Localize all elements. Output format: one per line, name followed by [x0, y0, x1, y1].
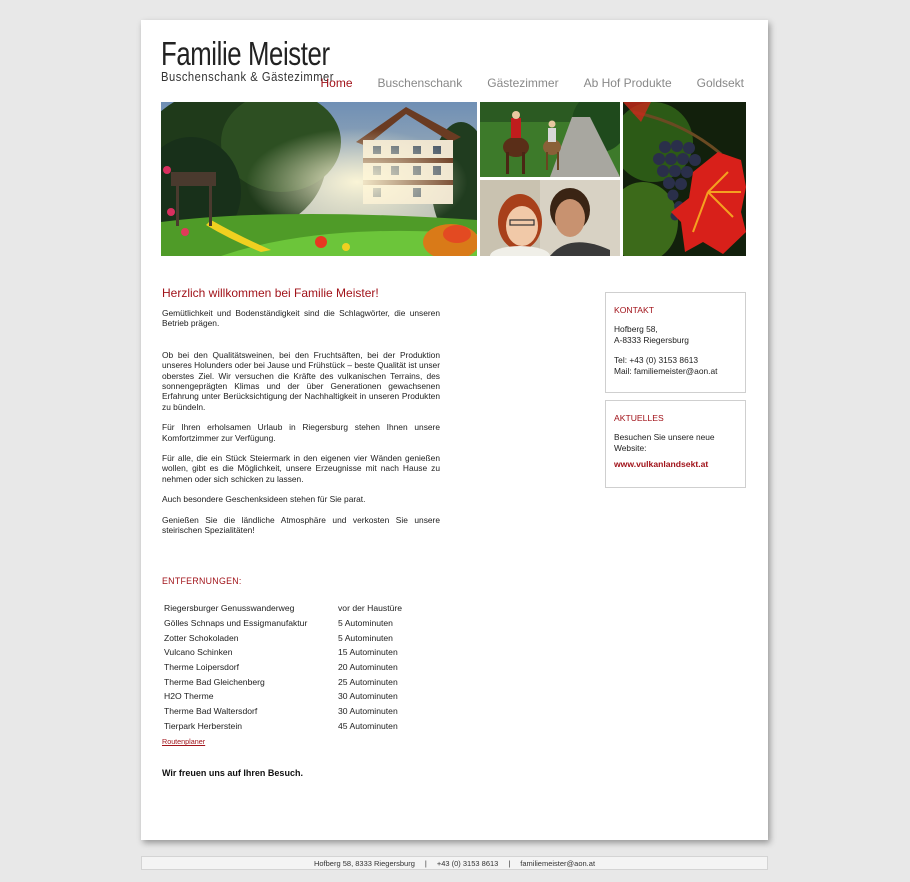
distances-table: Riegersburger Genusswanderweg vor der Hau…: [164, 601, 402, 733]
travel-time-cell: 30 Autominuten: [338, 706, 398, 717]
welcome-paragraph: Für Ihren erholsamen Urlaub in Riegersbu…: [162, 422, 440, 443]
table-row: Therme Bad Gleichenberg 25 Autominuten: [164, 674, 402, 689]
grapes-leaf-photo: [623, 102, 746, 256]
nav-ab-hof-produkte[interactable]: Ab Hof Produkte: [584, 76, 672, 90]
destination-cell: Gölles Schnaps und Essigmanufaktur: [164, 618, 308, 629]
news-box: AKTUELLES Besuchen Sie unsere neue Websi…: [605, 400, 746, 488]
welcome-section: Herzlich willkommen bei Familie Meister!…: [162, 286, 440, 546]
route-planner-link[interactable]: Routenplaner: [162, 737, 205, 746]
travel-time-cell: 45 Autominuten: [338, 720, 398, 731]
contact-address: Hofberg 58,: [614, 324, 658, 334]
table-row: Therme Bad Waltersdorf 30 Autominuten: [164, 704, 402, 719]
logo-subtitle: Buschenschank & Gästezimmer: [161, 69, 335, 84]
travel-time-cell: vor der Haustüre: [338, 603, 403, 614]
table-row: Riegersburger Genusswanderweg vor der Hau…: [164, 601, 402, 616]
footer-bar: Hofberg 58, 8333 Riegersburg | +43 (0) 3…: [141, 856, 768, 870]
closing-text: Wir freuen uns auf Ihren Besuch.: [162, 768, 303, 778]
nav-buschenschank[interactable]: Buschenschank: [378, 76, 463, 90]
logo-title: Familie Meister: [161, 35, 330, 72]
contact-city: A-8333 Riegersburg: [614, 334, 689, 345]
contact-email[interactable]: Mail: familiemeister@aon.at: [614, 366, 737, 377]
destination-cell: H2O Therme: [164, 691, 214, 702]
table-row: Tierpark Herberstein 45 Autominuten: [164, 719, 402, 734]
table-row: Gölles Schnaps und Essigmanufaktur 5 Auto…: [164, 616, 402, 631]
travel-time-cell: 15 Autominuten: [338, 647, 398, 658]
footer-email[interactable]: familiemeister@aon.at: [520, 859, 595, 868]
page-container: Familie Meister Buschenschank & Gästezim…: [141, 20, 768, 840]
nav-goldsekt[interactable]: Goldsekt: [697, 76, 744, 90]
house-garden-photo: [161, 102, 477, 256]
footer-address: Hofberg 58, 8333 Riegersburg: [313, 858, 415, 868]
distances-heading: ENTFERNUNGEN:: [162, 576, 242, 586]
footer-separator: |: [508, 858, 511, 868]
destination-cell: Therme Bad Gleichenberg: [164, 676, 265, 687]
horse-riders-photo: [480, 102, 620, 177]
main-nav: Home Buschenschank Gästezimmer Ab Hof Pr…: [320, 76, 744, 90]
news-heading: AKTUELLES: [614, 413, 664, 423]
travel-time-cell: 25 Autominuten: [338, 676, 398, 687]
contact-phone: Tel: +43 (0) 3153 8613: [614, 355, 699, 366]
welcome-title: Herzlich willkommen bei Familie Meister!: [162, 286, 379, 300]
contact-heading: KONTAKT: [614, 305, 654, 315]
footer-phone: +43 (0) 3153 8613: [436, 858, 499, 868]
header-banner: [161, 102, 746, 256]
table-row: Zotter Schokoladen 5 Autominuten: [164, 630, 402, 645]
destination-cell: Therme Bad Waltersdorf: [164, 706, 258, 717]
news-text: Website:: [614, 442, 647, 453]
vulkanlandsekt-link[interactable]: www.vulkanlandsekt.at: [614, 459, 737, 469]
table-row: H2O Therme 30 Autominuten: [164, 689, 402, 704]
destination-cell: Tierpark Herberstein: [164, 720, 243, 731]
travel-time-cell: 5 Autominuten: [338, 632, 393, 643]
welcome-paragraph: Gemütlichkeit und Bodenständigkeit sind …: [162, 308, 440, 329]
couple-photo: [480, 180, 620, 256]
travel-time-cell: 30 Autominuten: [338, 691, 398, 702]
news-text: Besuchen Sie unsere neue: [614, 432, 715, 442]
welcome-paragraph: Genießen Sie die ländliche Atmosphäre un…: [162, 514, 440, 536]
table-row: Vulcano Schinken 15 Autominuten: [164, 645, 402, 660]
destination-cell: Vulcano Schinken: [164, 647, 233, 658]
travel-time-cell: 5 Autominuten: [338, 618, 393, 629]
destination-cell: Zotter Schokoladen: [164, 632, 239, 643]
destination-cell: Therme Loipersdorf: [164, 662, 239, 673]
footer-separator: |: [424, 858, 427, 868]
table-row: Therme Loipersdorf 20 Autominuten: [164, 660, 402, 675]
contact-box: KONTAKT Hofberg 58, A-8333 Riegersburg T…: [605, 292, 746, 393]
destination-cell: Riegersburger Genusswanderweg: [164, 603, 295, 614]
welcome-paragraph: Für alle, die ein Stück Steiermark in de…: [162, 453, 440, 484]
nav-gaestezimmer[interactable]: Gästezimmer: [487, 76, 558, 90]
welcome-paragraph: Auch besondere Geschenksideen stehen für…: [162, 494, 366, 505]
nav-home[interactable]: Home: [320, 76, 352, 90]
welcome-paragraph: Ob bei den Qualitätsweinen, bei den Fruc…: [162, 349, 440, 412]
travel-time-cell: 20 Autominuten: [338, 662, 398, 673]
